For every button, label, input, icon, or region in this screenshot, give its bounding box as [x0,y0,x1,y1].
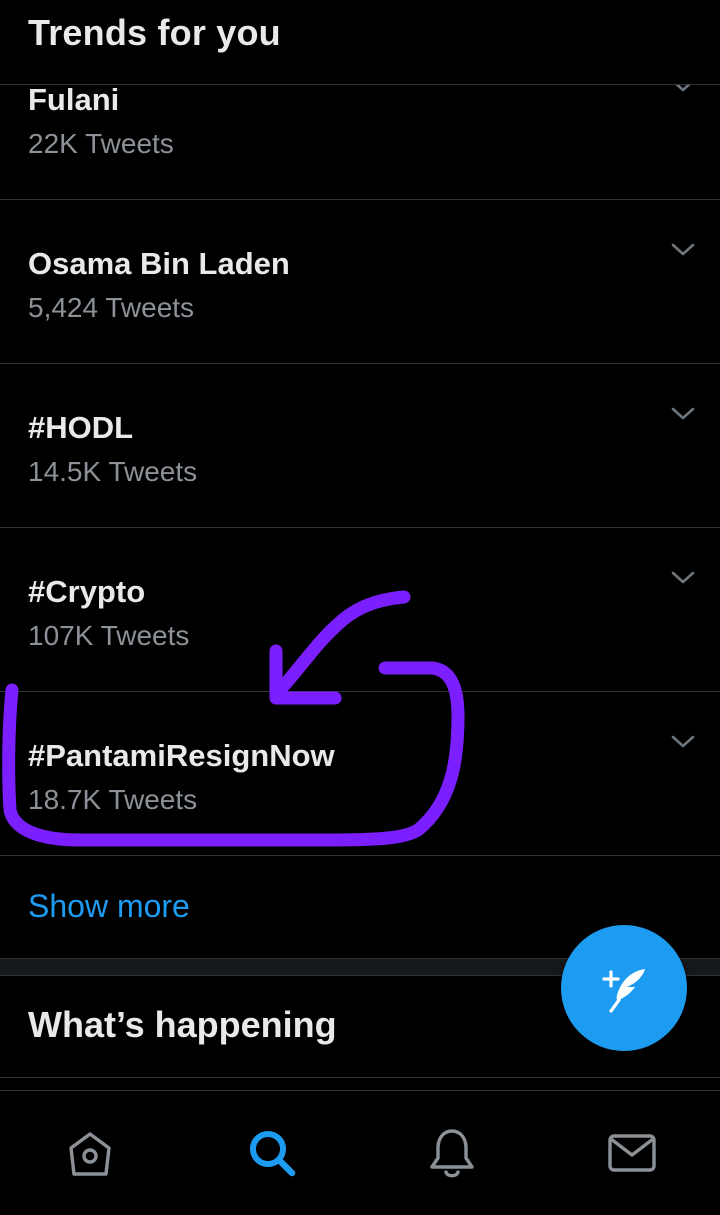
trends-header: Trends for you [0,0,720,85]
trend-title: #Crypto [28,574,146,609]
trend-item-crypto[interactable]: #Crypto 107K Tweets [0,528,720,692]
bell-icon[interactable] [422,1123,482,1183]
bottom-tab-bar [0,1090,720,1215]
chevron-down-icon[interactable] [670,240,696,260]
chevron-down-icon[interactable] [670,568,696,588]
section-title: What’s happening [28,1004,337,1045]
compose-tweet-icon [602,969,645,1013]
page-title: Trends for you [28,12,281,53]
trend-tweet-count: 14.5K Tweets [28,456,198,487]
chevron-down-icon[interactable] [670,404,696,424]
trend-item-pantamiresignnow[interactable]: #PantamiResignNow 18.7K Tweets [0,692,720,856]
home-icon[interactable] [60,1123,120,1183]
divider [0,1077,720,1078]
trend-tweet-count: 18.7K Tweets [28,784,198,815]
mail-icon[interactable] [602,1123,662,1183]
trend-title: Osama Bin Laden [28,246,290,281]
compose-tweet-button[interactable] [561,925,687,1051]
trend-title: #HODL [28,410,134,445]
trend-item-osama-bin-laden[interactable]: Osama Bin Laden 5,424 Tweets [0,200,720,364]
trend-title: #PantamiResignNow [28,738,335,773]
trend-tweet-count: 5,424 Tweets [28,292,195,323]
trend-tweet-count: 107K Tweets [28,620,190,651]
search-icon[interactable] [242,1123,302,1183]
trend-tweet-count: 22K Tweets [28,128,174,159]
chevron-down-icon[interactable] [670,732,696,752]
trend-title: Fulani [28,82,120,117]
trend-item-hodl[interactable]: #HODL 14.5K Tweets [0,364,720,528]
show-more-link[interactable]: Show more [28,888,190,925]
